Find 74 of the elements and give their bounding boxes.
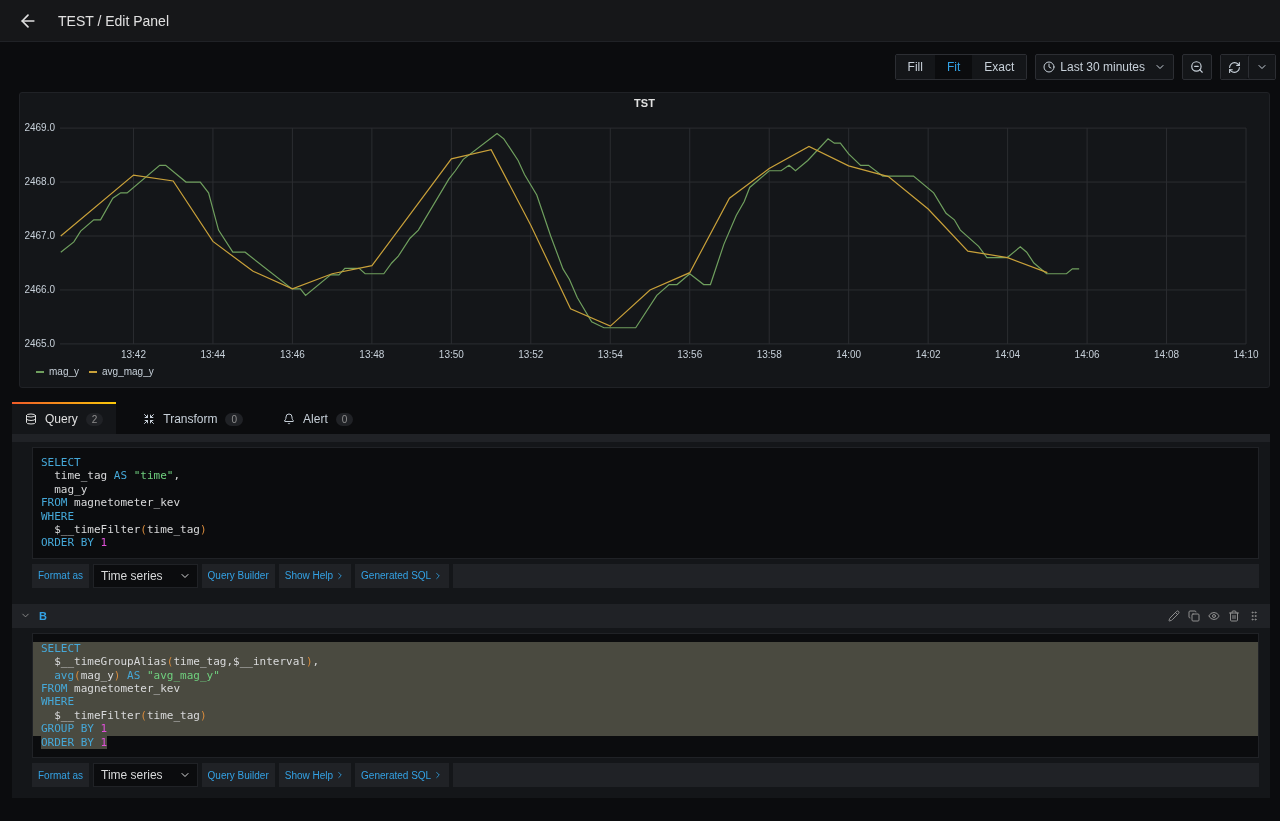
axis-label: 14:04 xyxy=(995,348,1021,360)
axis-label: 13:56 xyxy=(677,348,703,360)
legend-item[interactable]: avg_mag_y xyxy=(89,366,154,377)
axis-label: 14:10 xyxy=(1233,348,1259,360)
zoom-out-icon xyxy=(1190,60,1204,74)
code-line: SELECT xyxy=(41,641,81,655)
axis-label: 2467.0 xyxy=(24,230,55,241)
editor-tab[interactable]: Alert 0 xyxy=(270,402,367,434)
editor-button[interactable]: Generated SQL xyxy=(355,763,450,788)
editor-button[interactable]: Show Help xyxy=(278,763,352,788)
clock-icon xyxy=(1043,61,1056,73)
code-line: $__timeFilter(time_tag) xyxy=(53,708,207,722)
editor-button[interactable]: Query Builder xyxy=(201,563,275,588)
code-line: mag_y xyxy=(53,482,88,496)
bell-icon xyxy=(283,413,296,425)
editor-tab[interactable]: Query 2 xyxy=(12,402,117,434)
editor-button[interactable]: Generated SQL xyxy=(355,563,450,588)
code-editor[interactable]: SELECT time_tag AS "time", mag_y FROM magnetometer_kev WHERE $__timeFilter(time_tag) ORDER BY 1 xyxy=(32,447,1259,559)
database-icon xyxy=(25,413,37,425)
refresh-button[interactable] xyxy=(1221,55,1248,79)
axis-label: 13:48 xyxy=(359,348,385,360)
format-label: Format as xyxy=(32,563,89,588)
axis-label: 13:52 xyxy=(518,348,544,360)
editor-button[interactable]: Query Builder xyxy=(201,763,275,788)
count-badge: 2 xyxy=(85,412,104,426)
axis-label: 2465.0 xyxy=(24,337,55,349)
eye-icon[interactable] xyxy=(1208,609,1220,622)
code-line: FROM magnetometer_kev xyxy=(41,496,181,510)
mode-button[interactable]: Exact xyxy=(972,55,1027,79)
copy-icon[interactable] xyxy=(1188,609,1200,622)
code-line: avg(mag_y) AS "avg_mag_y" xyxy=(53,668,220,682)
axis-label: 14:08 xyxy=(1154,348,1180,360)
pencil-icon[interactable] xyxy=(1168,609,1180,622)
editor-button[interactable]: Show Help xyxy=(278,563,352,588)
format-select[interactable]: Time series xyxy=(93,563,198,588)
refresh-icon xyxy=(1228,60,1241,74)
axis-label: 2469.0 xyxy=(24,122,55,134)
code-line: time_tag AS "time", xyxy=(53,469,181,483)
code-editor[interactable]: SELECT $__timeGroupAlias(time_tag,$__interval), avg(mag_y) AS "avg_mag_y" FROM magnetometer_kev WHERE $__timeFilter(time_tag) GROUP BY 1 ORDER BY 1 xyxy=(32,632,1259,759)
time-range-picker[interactable]: Last 30 minutes xyxy=(1035,54,1174,80)
format-select[interactable]: Time series xyxy=(93,763,198,788)
axis-label: 14:02 xyxy=(915,348,941,360)
format-label: Format as xyxy=(32,763,89,788)
mode-button[interactable]: Fill xyxy=(895,55,935,79)
code-line: WHERE xyxy=(41,695,75,709)
axis-label: 13:42 xyxy=(121,348,146,360)
zoom-out-button[interactable] xyxy=(1182,54,1212,80)
query-header[interactable]: B xyxy=(12,603,1270,628)
axis-label: 13:46 xyxy=(279,348,305,360)
legend-item[interactable]: mag_y xyxy=(36,366,79,377)
panel-title: TST xyxy=(633,96,656,109)
code-line: $__timeFilter(time_tag) xyxy=(53,523,207,537)
axis-label: 2466.0 xyxy=(24,283,55,295)
count-badge: 0 xyxy=(225,412,244,426)
code-line: ORDER BY 1 xyxy=(41,536,108,550)
axis-label: 2468.0 xyxy=(24,176,55,188)
query-name: B xyxy=(39,609,47,622)
axis-label: 14:00 xyxy=(836,348,862,360)
frame-icon xyxy=(143,413,156,425)
axis-label: 13:50 xyxy=(438,348,464,360)
editor-tab[interactable]: Transform 0 xyxy=(130,402,257,434)
code-line: GROUP BY 1 xyxy=(41,722,108,736)
axis-label: 14:06 xyxy=(1074,348,1100,360)
grip-icon[interactable] xyxy=(1248,609,1260,622)
axis-label: 13:58 xyxy=(756,348,782,360)
trash-icon[interactable] xyxy=(1228,609,1240,622)
count-badge: 0 xyxy=(335,412,354,426)
axis-label: 13:44 xyxy=(200,348,226,360)
code-line: $__timeGroupAlias(time_tag,$__interval), xyxy=(53,655,320,669)
code-line: FROM magnetometer_kev xyxy=(41,682,181,696)
page-title: TEST / Edit Panel xyxy=(58,12,169,29)
code-line: WHERE xyxy=(41,509,75,523)
code-line: SELECT xyxy=(41,456,81,469)
axis-label: 13:54 xyxy=(597,348,623,360)
